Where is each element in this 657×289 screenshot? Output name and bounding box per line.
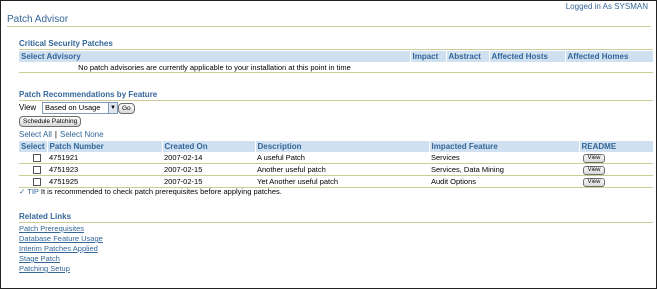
critical-patches-table: Select Advisory Impact Abstract Affected… bbox=[19, 51, 654, 73]
patch-number: 4751925 bbox=[47, 175, 162, 188]
empty-message: No patch advisories are currently applic… bbox=[19, 62, 410, 73]
impacted-feature: Services bbox=[429, 152, 579, 164]
recommendations-table: Select Patch Number Created On Descripti… bbox=[19, 141, 654, 188]
created-on: 2007-02-15 bbox=[162, 175, 255, 188]
tip-label: TIP bbox=[27, 187, 39, 196]
critical-patches-divider bbox=[19, 49, 653, 50]
table-row: 4751925 2007-02-15 Yet Another useful pa… bbox=[19, 175, 653, 188]
recommendations-title: Patch Recommendations by Feature bbox=[19, 90, 158, 99]
tip-icon: ✓ bbox=[19, 187, 26, 196]
chevron-down-icon[interactable]: ▼ bbox=[108, 103, 117, 113]
select-none-link[interactable]: Select None bbox=[60, 130, 104, 139]
col-patch-number[interactable]: Patch Number bbox=[47, 141, 163, 152]
interim-patches-applied-link[interactable]: Interim Patches Applied bbox=[19, 244, 98, 253]
patching-setup-link[interactable]: Patching Setup bbox=[19, 264, 70, 273]
table-row: 4751921 2007-02-14 A useful Patch Servic… bbox=[19, 152, 653, 164]
description: Yet Another useful patch bbox=[255, 175, 429, 188]
database-feature-usage-link[interactable]: Database Feature Usage bbox=[19, 234, 103, 243]
view-readme-button[interactable]: View bbox=[583, 154, 605, 163]
description: A useful Patch bbox=[255, 152, 429, 164]
view-readme-button[interactable]: View bbox=[583, 178, 605, 187]
impacted-feature: Audit Options bbox=[429, 175, 579, 188]
page-title: Patch Advisor bbox=[7, 14, 69, 25]
logged-in-label: Logged in As SYSMAN bbox=[565, 2, 648, 11]
created-on: 2007-02-14 bbox=[162, 152, 255, 164]
col-description[interactable]: Description bbox=[255, 141, 430, 152]
impacted-feature: Services, Data Mining bbox=[429, 163, 579, 176]
table-row: No patch advisories are currently applic… bbox=[19, 62, 653, 73]
col-impacted-feature[interactable]: Impacted Feature bbox=[429, 141, 580, 152]
stage-patch-link[interactable]: Stage Patch bbox=[19, 254, 60, 263]
view-label: View bbox=[19, 103, 37, 112]
patch-prerequisites-link[interactable]: Patch Prerequisites bbox=[19, 224, 84, 233]
row-checkbox[interactable] bbox=[33, 166, 41, 174]
schedule-patching-button[interactable]: Schedule Patching bbox=[19, 116, 82, 127]
go-button[interactable]: Go bbox=[118, 103, 135, 114]
col-abstract[interactable]: Abstract bbox=[446, 51, 490, 62]
tip-message: ✓ TIP It is recommended to check patch p… bbox=[19, 187, 282, 196]
col-created-on[interactable]: Created On bbox=[162, 141, 256, 152]
row-checkbox[interactable] bbox=[33, 178, 41, 186]
related-links-divider bbox=[19, 222, 653, 223]
select-all-link[interactable]: Select All bbox=[19, 130, 52, 139]
created-on: 2007-02-15 bbox=[162, 163, 255, 176]
col-select[interactable]: Select bbox=[19, 141, 48, 152]
patch-number: 4751921 bbox=[47, 152, 162, 164]
title-divider bbox=[7, 26, 651, 27]
view-select-value: Based on Usage bbox=[45, 103, 101, 112]
description: Another useful patch bbox=[255, 163, 429, 176]
col-impact[interactable]: Impact bbox=[410, 51, 447, 62]
recommendations-divider bbox=[19, 100, 653, 101]
row-checkbox[interactable] bbox=[33, 154, 41, 162]
tip-text: It is recommended to check patch prerequ… bbox=[40, 187, 282, 196]
col-affected-hosts[interactable]: Affected Hosts bbox=[489, 51, 566, 62]
critical-patches-title: Critical Security Patches bbox=[19, 39, 113, 48]
select-links: Select All | Select None bbox=[19, 130, 104, 139]
view-readme-button[interactable]: View bbox=[583, 166, 605, 175]
col-select-advisory[interactable]: Select Advisory bbox=[19, 51, 411, 62]
patch-number: 4751923 bbox=[47, 163, 162, 176]
col-affected-homes[interactable]: Affected Homes bbox=[565, 51, 654, 62]
table-row: 4751923 2007-02-15 Another useful patch … bbox=[19, 163, 653, 176]
col-readme[interactable]: README bbox=[579, 141, 654, 152]
patch-advisor-window: Logged in As SYSMAN Patch Advisor Critic… bbox=[0, 0, 657, 289]
related-links-title: Related Links bbox=[19, 212, 72, 221]
view-select[interactable]: Based on Usage ▼ bbox=[42, 102, 118, 114]
